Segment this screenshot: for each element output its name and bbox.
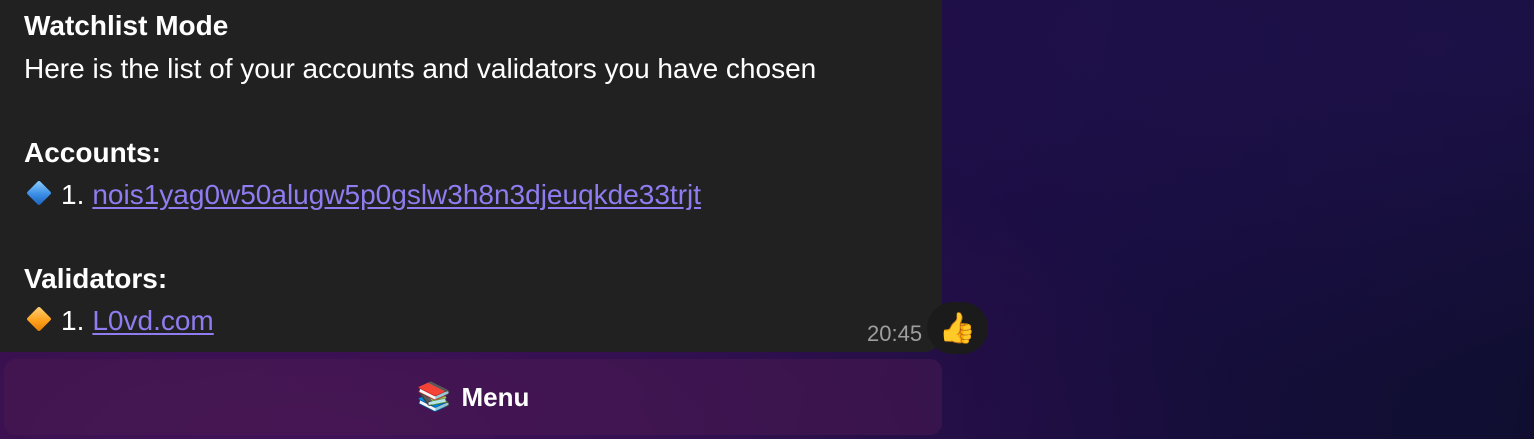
account-address-link[interactable]: nois1yag0w50alugw5p0gslw3h8n3djeuqkde33t…	[92, 179, 701, 210]
validator-list-item: 1. L0vd.com	[24, 304, 214, 338]
reaction-badge[interactable]: 👍	[927, 302, 988, 354]
message-title: Watchlist Mode	[24, 10, 229, 41]
account-list-item: 1. nois1yag0w50alugw5p0gslw3h8n3djeuqkde3…	[24, 178, 701, 212]
menu-button-label: Menu	[461, 381, 530, 412]
validators-heading: Validators:	[24, 263, 168, 294]
small-orange-diamond-icon	[26, 306, 52, 332]
message-timestamp: 20:45	[867, 321, 923, 346]
validator-link[interactable]: L0vd.com	[92, 305, 213, 336]
account-index: 1.	[61, 179, 85, 210]
menu-button[interactable]: 📚 Menu	[4, 359, 942, 435]
validator-index: 1.	[61, 305, 85, 336]
message-intro: Here is the list of your accounts and va…	[24, 53, 817, 84]
message-bubble: Watchlist Mode Here is the list of your …	[0, 0, 956, 352]
thumbs-up-icon: 👍	[938, 311, 977, 345]
books-icon: 📚	[416, 381, 452, 412]
accounts-heading: Accounts:	[24, 137, 161, 168]
small-blue-diamond-icon	[26, 180, 52, 206]
